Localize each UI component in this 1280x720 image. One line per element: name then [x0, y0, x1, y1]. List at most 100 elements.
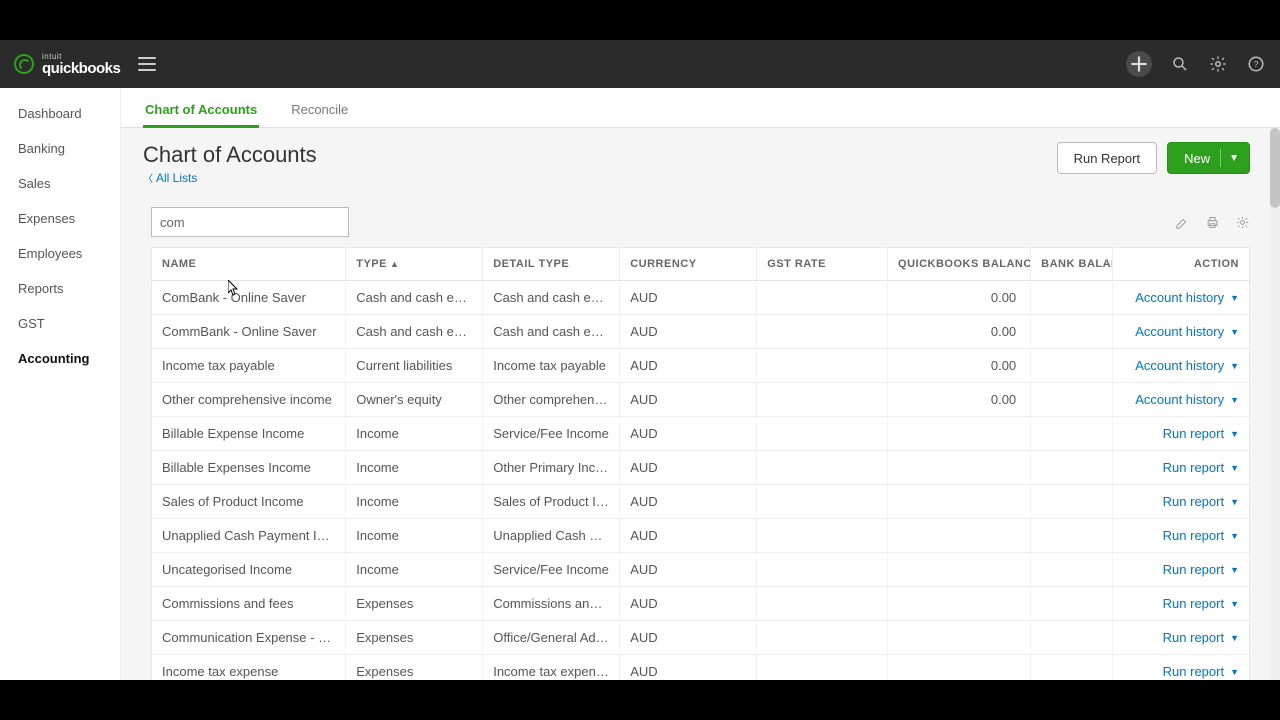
caret-down-icon[interactable]: ▼	[1230, 327, 1239, 337]
tab-label: Reconcile	[291, 102, 348, 117]
letterbox	[0, 0, 1280, 40]
table-row[interactable]: Uncategorised IncomeIncomeService/Fee In…	[152, 553, 1250, 587]
sidebar-item-expenses[interactable]: Expenses	[0, 201, 120, 236]
cell-detail: Service/Fee Income	[483, 417, 620, 451]
run-report-button[interactable]: Run Report	[1057, 142, 1157, 174]
row-action-link[interactable]: Run report ▼	[1163, 494, 1239, 509]
column-header-type[interactable]: TYPE▲	[346, 248, 483, 281]
table-row[interactable]: Other comprehensive incomeOwner's equity…	[152, 383, 1250, 417]
table-row[interactable]: Income tax payableCurrent liabilitiesInc…	[152, 349, 1250, 383]
gear-icon[interactable]	[1208, 54, 1228, 74]
cell-qb-balance	[888, 519, 1031, 553]
cell-bank-balance	[1031, 485, 1113, 519]
cell-name: ComBank - Online Saver	[152, 281, 346, 315]
sidebar-item-banking[interactable]: Banking	[0, 131, 120, 166]
create-button[interactable]	[1126, 51, 1152, 77]
new-button[interactable]: New ▼	[1167, 142, 1250, 174]
table-row[interactable]: CommBank - Online SaverCash and cash equ…	[152, 315, 1250, 349]
caret-down-icon[interactable]: ▼	[1230, 395, 1239, 405]
cell-detail: Income tax payable	[483, 349, 620, 383]
row-action-link[interactable]: Run report ▼	[1163, 528, 1239, 543]
cell-qb-balance	[888, 587, 1031, 621]
row-action-link[interactable]: Run report ▼	[1163, 630, 1239, 645]
sidebar-item-dashboard[interactable]: Dashboard	[0, 96, 120, 131]
cell-qb-balance	[888, 451, 1031, 485]
column-header-qb-balance[interactable]: QUICKBOOKS BALANCE	[888, 248, 1031, 281]
table-row[interactable]: Billable Expense IncomeIncomeService/Fee…	[152, 417, 1250, 451]
cell-gst	[757, 655, 888, 681]
table-row[interactable]: Communication Expense - FixedExpensesOff…	[152, 621, 1250, 655]
edit-icon[interactable]	[1174, 214, 1190, 230]
sidebar-item-sales[interactable]: Sales	[0, 166, 120, 201]
sidebar-item-gst[interactable]: GST	[0, 306, 120, 341]
row-action-link[interactable]: Account history ▼	[1135, 358, 1239, 373]
table-row[interactable]: Income tax expenseExpensesIncome tax exp…	[152, 655, 1250, 681]
caret-down-icon[interactable]: ▼	[1230, 633, 1239, 643]
caret-down-icon[interactable]: ▼	[1230, 497, 1239, 507]
caret-down-icon[interactable]: ▼	[1230, 565, 1239, 575]
row-action-link[interactable]: Run report ▼	[1163, 664, 1239, 679]
caret-down-icon[interactable]: ▼	[1229, 153, 1239, 164]
cell-detail: Service/Fee Income	[483, 553, 620, 587]
column-header-detail-type[interactable]: DETAIL TYPE	[483, 248, 620, 281]
cell-type: Owner's equity	[346, 383, 483, 417]
caret-down-icon[interactable]: ▼	[1230, 667, 1239, 677]
column-header-bank-balance[interactable]: BANK BALANCE	[1031, 248, 1113, 281]
row-action-link[interactable]: Run report ▼	[1163, 562, 1239, 577]
row-action-link[interactable]: Run report ▼	[1163, 426, 1239, 441]
row-action-link[interactable]: Account history ▼	[1135, 290, 1239, 305]
column-header-name[interactable]: NAME	[152, 248, 346, 281]
sidebar-item-accounting[interactable]: Accounting	[0, 341, 120, 376]
cell-gst	[757, 315, 888, 349]
cell-bank-balance	[1031, 281, 1113, 315]
caret-down-icon[interactable]: ▼	[1230, 429, 1239, 439]
cell-detail: Unapplied Cash Payment...	[483, 519, 620, 553]
caret-down-icon[interactable]: ▼	[1230, 463, 1239, 473]
table-row[interactable]: Billable Expenses IncomeIncomeOther Prim…	[152, 451, 1250, 485]
cell-qb-balance	[888, 485, 1031, 519]
caret-down-icon[interactable]: ▼	[1230, 361, 1239, 371]
cell-detail: Other Primary Income	[483, 451, 620, 485]
search-box[interactable]	[151, 207, 349, 237]
cell-currency: AUD	[620, 553, 757, 587]
cell-bank-balance	[1031, 587, 1113, 621]
cell-name: Communication Expense - Fixed	[152, 621, 346, 655]
row-action-link[interactable]: Account history ▼	[1135, 324, 1239, 339]
table-row[interactable]: ComBank - Online SaverCash and cash equi…	[152, 281, 1250, 315]
table-row[interactable]: Sales of Product IncomeIncomeSales of Pr…	[152, 485, 1250, 519]
settings-gear-icon[interactable]	[1234, 214, 1250, 230]
tab-chart-of-accounts[interactable]: Chart of Accounts	[143, 92, 259, 127]
cell-qb-balance: 0.00	[888, 315, 1031, 349]
sidebar-item-employees[interactable]: Employees	[0, 236, 120, 271]
breadcrumb-all-lists[interactable]: 〈 All Lists	[143, 170, 317, 185]
column-header-currency[interactable]: CURRENCY	[620, 248, 757, 281]
table-row[interactable]: Commissions and feesExpensesCommissions …	[152, 587, 1250, 621]
cell-type: Income	[346, 451, 483, 485]
caret-down-icon[interactable]: ▼	[1230, 293, 1239, 303]
menu-toggle-icon[interactable]	[138, 57, 156, 71]
sidebar-item-label: GST	[18, 316, 45, 331]
row-action-link[interactable]: Account history ▼	[1135, 392, 1239, 407]
row-action-link[interactable]: Run report ▼	[1163, 596, 1239, 611]
cell-bank-balance	[1031, 621, 1113, 655]
scrollbar[interactable]	[1270, 128, 1280, 680]
print-icon[interactable]	[1204, 214, 1220, 230]
search-input[interactable]	[160, 215, 340, 230]
cell-detail: Other comprehensive inc...	[483, 383, 620, 417]
cell-name: CommBank - Online Saver	[152, 315, 346, 349]
row-action-link[interactable]: Run report ▼	[1163, 460, 1239, 475]
search-icon[interactable]	[1170, 54, 1190, 74]
scrollbar-thumb[interactable]	[1270, 128, 1280, 208]
caret-down-icon[interactable]: ▼	[1230, 599, 1239, 609]
sidebar-item-reports[interactable]: Reports	[0, 271, 120, 306]
caret-down-icon[interactable]: ▼	[1230, 531, 1239, 541]
cell-name: Commissions and fees	[152, 587, 346, 621]
tab-reconcile[interactable]: Reconcile	[289, 92, 350, 127]
help-icon[interactable]: ?	[1246, 54, 1266, 74]
cell-qb-balance	[888, 621, 1031, 655]
column-header-gst-rate[interactable]: GST RATE	[757, 248, 888, 281]
table-row[interactable]: Unapplied Cash Payment IncomeIncomeUnapp…	[152, 519, 1250, 553]
brand-logo[interactable]: intuit quickbooks	[14, 53, 120, 76]
cell-type: Cash and cash equivalents	[346, 315, 483, 349]
cell-bank-balance	[1031, 417, 1113, 451]
